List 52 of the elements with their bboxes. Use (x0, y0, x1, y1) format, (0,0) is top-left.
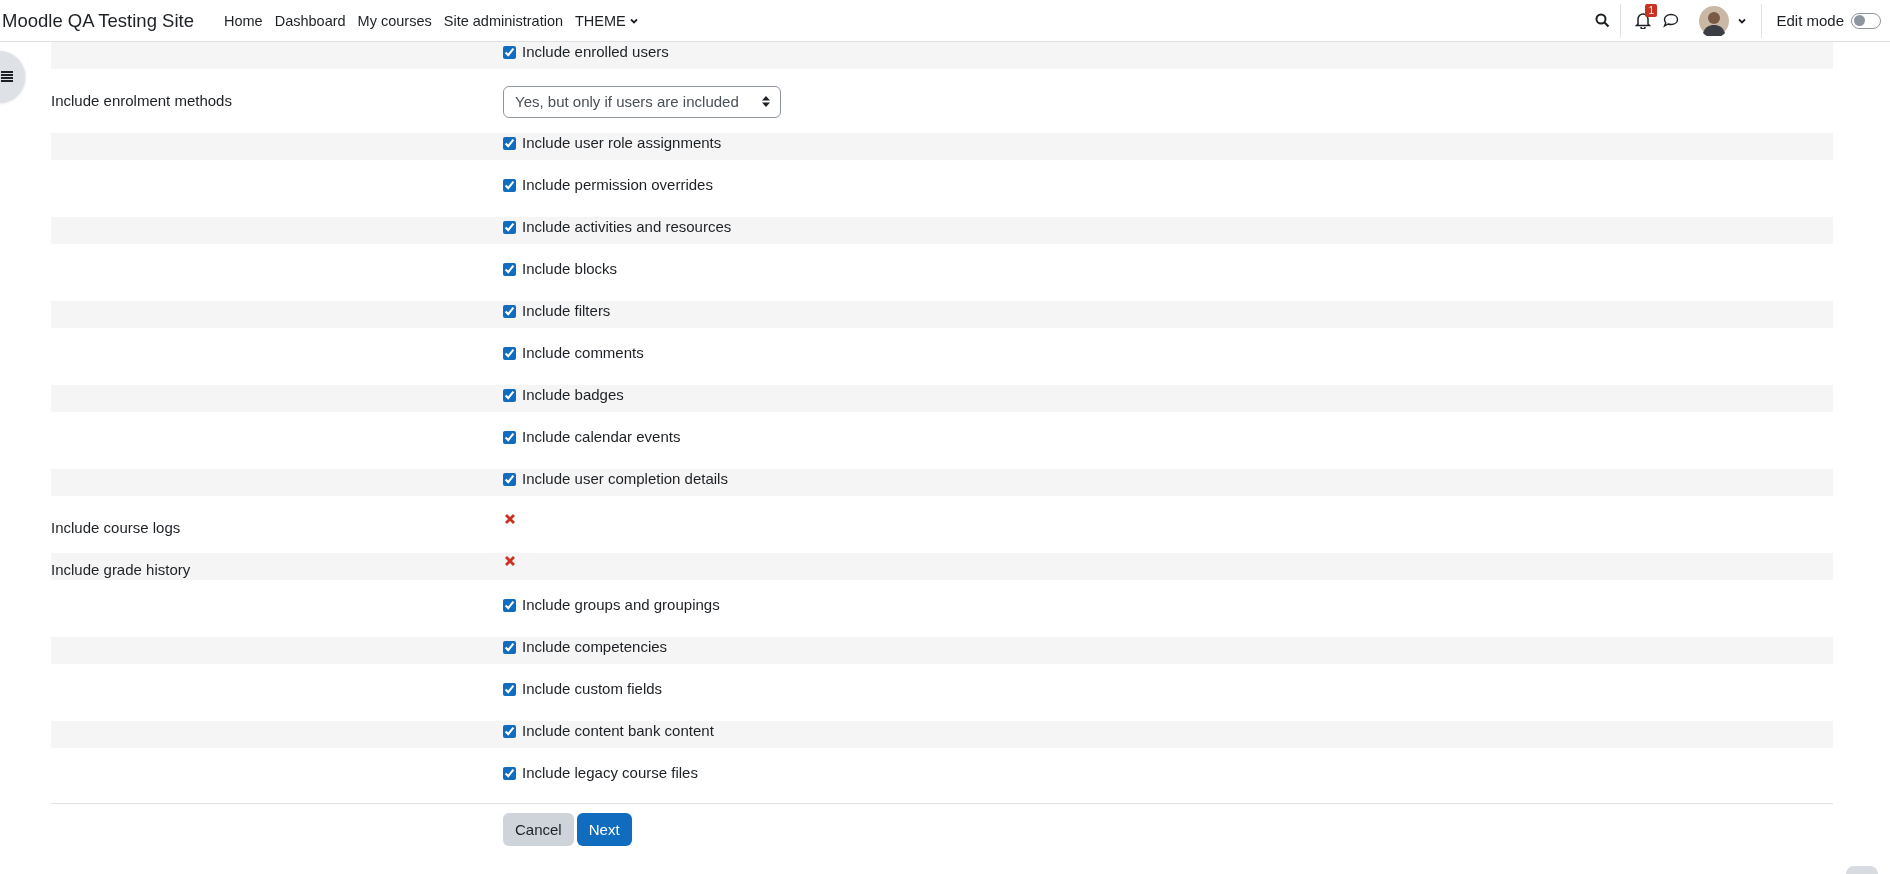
checkbox[interactable] (503, 640, 516, 654)
checkbox-label[interactable]: Include legacy course files (522, 763, 698, 783)
checkbox[interactable] (503, 682, 516, 696)
checkbox[interactable] (503, 45, 516, 59)
checkbox-label[interactable]: Include user role assignments (522, 133, 722, 153)
checkbox-label[interactable]: Include filters (522, 301, 611, 321)
checkbox[interactable] (503, 262, 516, 276)
user-avatar[interactable] (1699, 5, 1730, 36)
setting-label: Include grade history (51, 560, 192, 580)
site-name[interactable]: Moodle QA Testing Site (2, 9, 194, 32)
nav-link[interactable]: My courses (351, 12, 438, 29)
nav-link[interactable]: Home (217, 12, 269, 29)
checkbox[interactable] (503, 724, 516, 738)
nav-dropdown[interactable]: THEME (569, 12, 645, 29)
notification-count: 1 (1645, 4, 1657, 17)
setting-label: Include enrolment methods (51, 91, 233, 111)
checkbox[interactable] (503, 304, 516, 318)
setting-label: Include course logs (51, 518, 182, 538)
nav-link[interactable]: Site administration (437, 12, 569, 29)
checkbox[interactable] (503, 430, 516, 444)
sort-arrows-icon (762, 96, 770, 107)
primary-button[interactable]: Next (576, 813, 632, 846)
checkbox[interactable] (503, 388, 516, 402)
edit-mode-label: Edit mode (1776, 12, 1844, 29)
checkbox-label[interactable]: Include calendar events (522, 427, 681, 447)
checkbox-label[interactable]: Include user completion details (522, 469, 728, 489)
nav-link[interactable]: Dashboard (268, 12, 352, 29)
checkbox-label[interactable]: Include enrolled users (522, 42, 669, 62)
checkbox-label[interactable]: Include groups and groupings (522, 595, 720, 615)
checkbox[interactable] (503, 178, 516, 192)
checkbox-label[interactable]: Include permission overrides (522, 175, 713, 195)
checkbox[interactable] (503, 472, 516, 486)
checkbox-label[interactable]: Include badges (522, 385, 624, 405)
cross-icon (504, 513, 516, 525)
notification-bell-icon[interactable] (1635, 12, 1652, 29)
checkbox-label[interactable]: Include activities and resources (522, 217, 732, 237)
checkbox-label[interactable]: Include custom fields (522, 679, 663, 699)
select-field[interactable]: Yes, but only if users are included (503, 85, 781, 118)
checkbox[interactable] (503, 766, 516, 780)
checkbox[interactable] (503, 346, 516, 360)
checkbox-label[interactable]: Include comments (522, 343, 644, 363)
checkbox-label[interactable]: Include blocks (522, 259, 618, 279)
chat-bubble-icon[interactable] (1663, 13, 1680, 28)
checkbox-label[interactable]: Include competencies (522, 637, 668, 657)
checkbox[interactable] (503, 598, 516, 612)
search-icon[interactable] (1595, 13, 1611, 28)
secondary-button[interactable]: Cancel (503, 813, 574, 846)
cross-icon (504, 555, 516, 567)
checkbox-label[interactable]: Include content bank content (522, 721, 714, 741)
checkbox[interactable] (503, 220, 516, 234)
menu-icon[interactable] (1, 71, 13, 82)
checkbox[interactable] (503, 136, 516, 150)
